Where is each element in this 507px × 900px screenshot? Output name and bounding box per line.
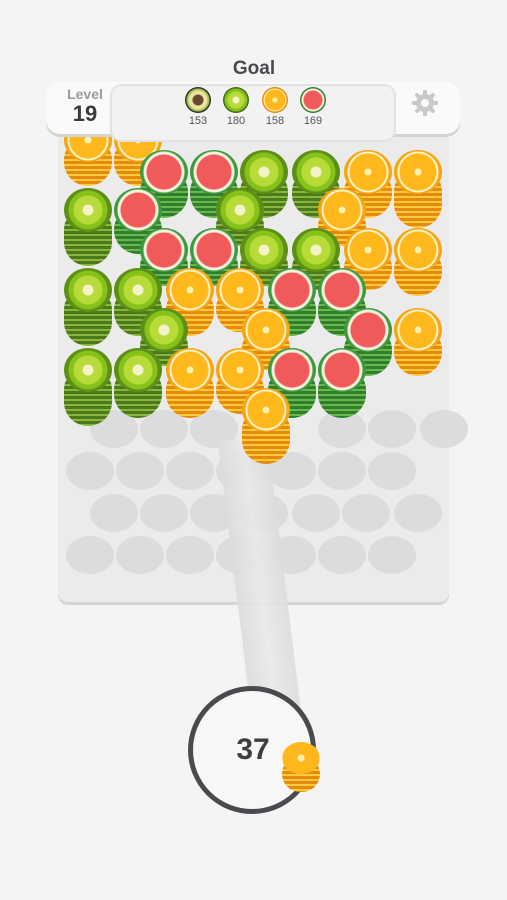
watermelon-icon (300, 87, 326, 113)
orange-slice-icon (282, 742, 320, 774)
level-number: 19 (72, 101, 98, 126)
empty-slot (318, 536, 366, 574)
orange-slice-icon (344, 228, 392, 272)
goal-watermelon: 169 (291, 87, 335, 127)
kiwi-slice-icon (292, 228, 340, 272)
goal-count-watermelon: 169 (303, 115, 323, 127)
watermelon-slice-icon (268, 348, 316, 392)
watermelon-stack (318, 348, 366, 422)
orange-stack (166, 348, 214, 422)
orange-stack (242, 388, 290, 468)
orange-icon (262, 87, 288, 113)
orange-slice-icon (318, 188, 366, 232)
orange-slice-icon (394, 308, 442, 352)
gear-icon[interactable] (410, 88, 440, 118)
orange-slice-icon (166, 268, 214, 312)
orange-slice-icon (394, 228, 442, 272)
kiwi-slice-icon (64, 348, 112, 392)
empty-slot (116, 452, 164, 490)
watermelon-slice-icon (114, 188, 162, 232)
empty-slot (368, 452, 416, 490)
watermelon-slice-icon (318, 268, 366, 312)
orange-slice-icon (242, 308, 290, 352)
orange-slice-icon (166, 348, 214, 392)
empty-slot (368, 536, 416, 574)
kiwi-slice-icon (216, 188, 264, 232)
orange-stack (282, 742, 330, 794)
orange-stack (394, 150, 442, 232)
goal-title: Goal (232, 58, 276, 79)
kiwi-stack (64, 268, 112, 350)
kiwi-stack (114, 348, 162, 422)
avocado-icon (185, 87, 211, 113)
empty-slot (90, 494, 138, 532)
kiwi-icon (223, 87, 249, 113)
watermelon-slice-icon (344, 308, 392, 352)
kiwi-slice-icon (240, 228, 288, 272)
orange-slice-icon (394, 150, 442, 194)
orange-stack (394, 308, 442, 380)
level-label: Level (67, 86, 103, 102)
empty-slot (292, 494, 340, 532)
empty-slot (420, 410, 468, 448)
kiwi-slice-icon (64, 188, 112, 232)
empty-slot (166, 452, 214, 490)
kiwi-slice-icon (114, 348, 162, 392)
kiwi-slice-icon (140, 308, 188, 352)
orange-stack (394, 228, 442, 300)
empty-slot (342, 494, 390, 532)
empty-slot (394, 494, 442, 532)
empty-slot (318, 452, 366, 490)
kiwi-stack (64, 348, 112, 430)
kiwi-stack (64, 188, 112, 270)
empty-slot (368, 410, 416, 448)
orange-slice-icon (242, 388, 290, 432)
kiwi-slice-icon (114, 268, 162, 312)
remaining-counter: 37 (236, 733, 270, 766)
watermelon-slice-icon (318, 348, 366, 392)
empty-slot (66, 452, 114, 490)
goal-count-kiwi: 180 (226, 115, 246, 127)
watermelon-slice-icon (190, 228, 238, 272)
orange-slice-icon (216, 348, 264, 392)
level-indicator: Level 19 (60, 86, 110, 126)
empty-slot (66, 536, 114, 574)
empty-slot (140, 494, 188, 532)
watermelon-slice-icon (268, 268, 316, 312)
goal-kiwi: 180 (214, 87, 258, 127)
empty-slot (166, 536, 214, 574)
orange-slice-icon (216, 268, 264, 312)
watermelon-slice-icon (140, 228, 188, 272)
kiwi-slice-icon (64, 268, 112, 312)
empty-slot (116, 536, 164, 574)
